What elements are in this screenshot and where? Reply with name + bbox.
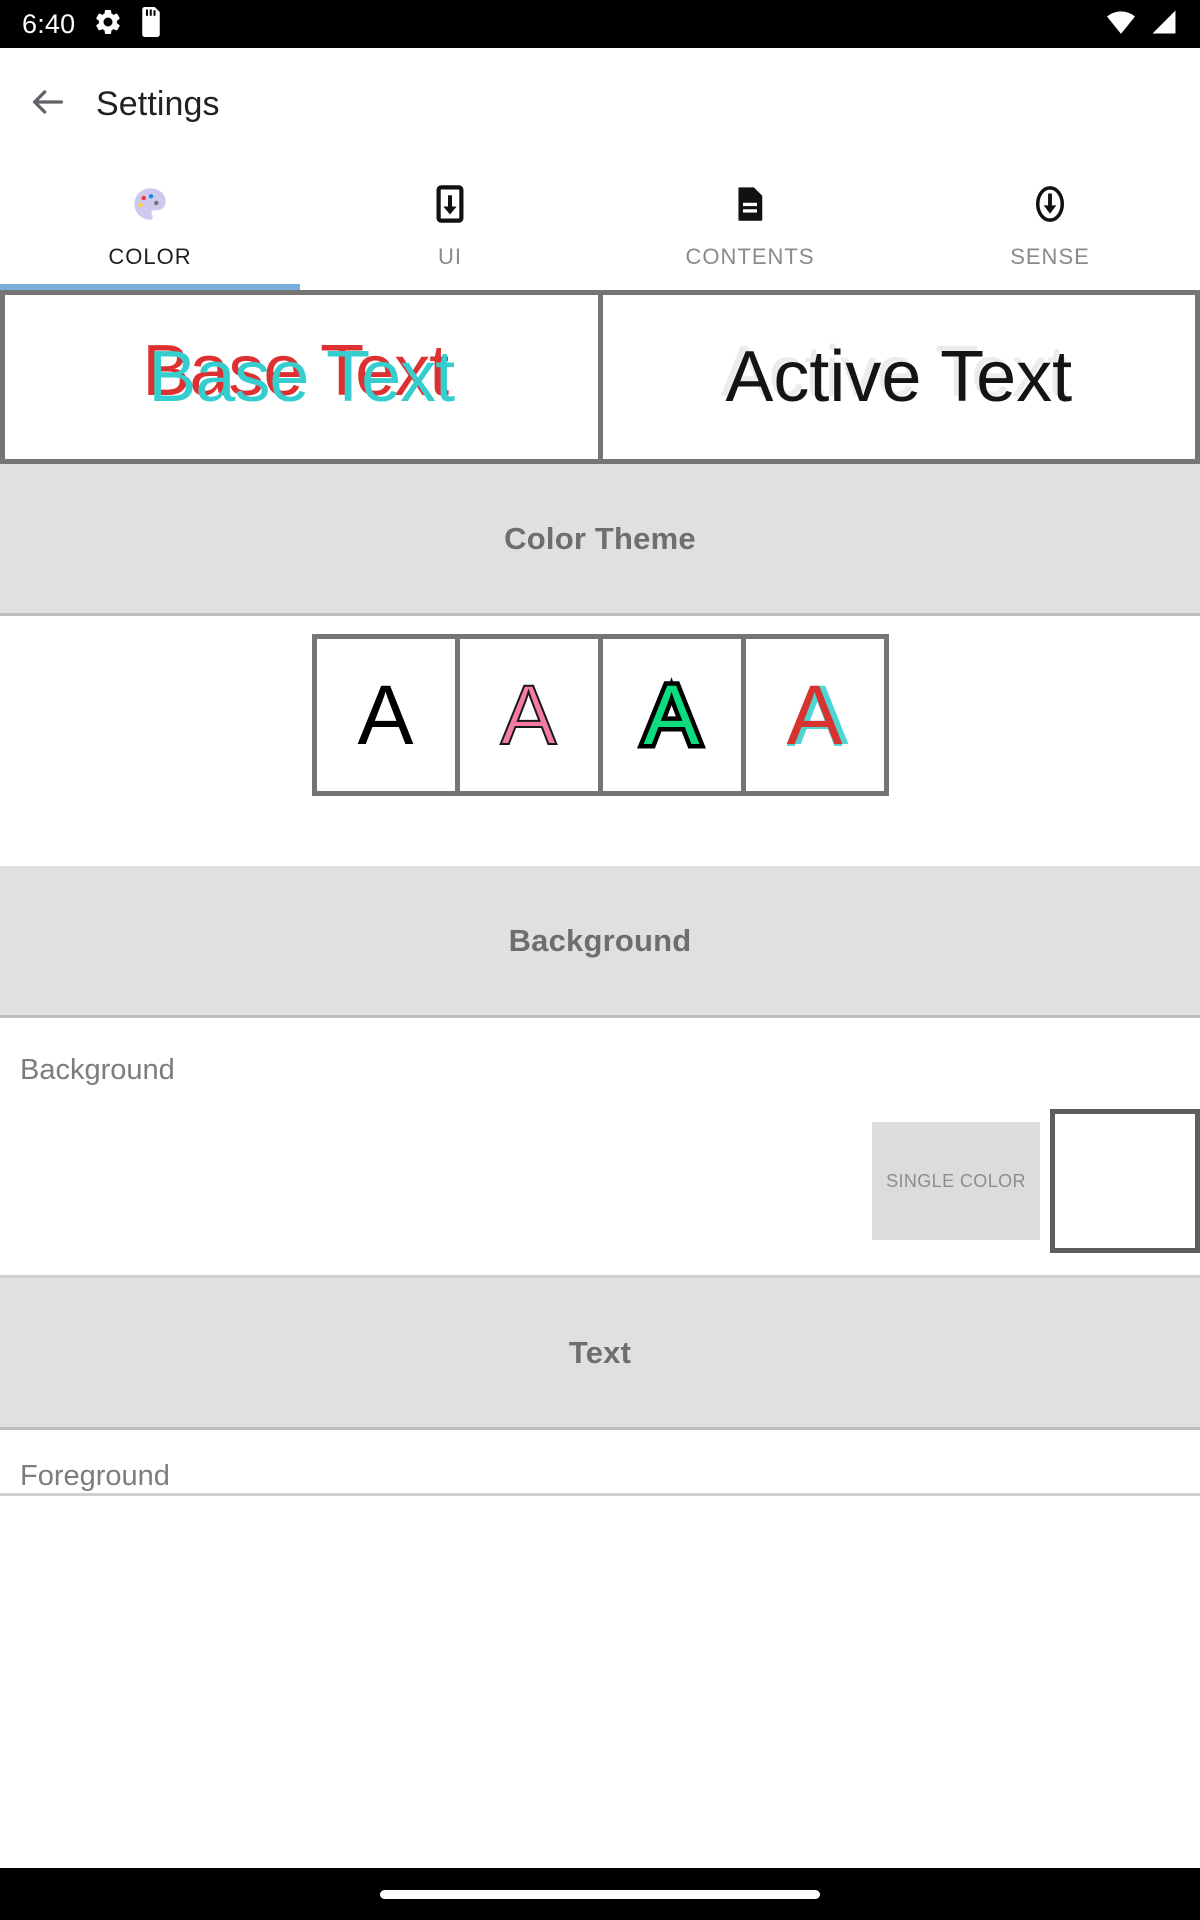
tab-ui[interactable]: UI xyxy=(300,160,600,290)
tab-sense[interactable]: SENSE xyxy=(900,160,1200,290)
tab-label-ui: UI xyxy=(438,244,462,269)
wifi-icon xyxy=(1106,9,1136,40)
settings-gear-icon xyxy=(93,7,123,42)
color-theme-swatch-strip: A A A A xyxy=(311,634,889,796)
circle-download-icon xyxy=(1029,180,1071,228)
swatch-letter-4: A xyxy=(786,668,843,762)
color-theme-swatch-4[interactable]: A xyxy=(745,639,884,791)
section-header-background: Background xyxy=(0,866,1200,1018)
document-icon xyxy=(729,180,771,228)
tab-label-color: COLOR xyxy=(108,244,192,269)
status-bar-notification-icons xyxy=(93,6,163,42)
color-theme-swatch-2[interactable]: A xyxy=(459,639,598,791)
app-bar: Settings xyxy=(0,48,1200,160)
page-title: Settings xyxy=(96,84,220,123)
status-bar-clock: 6:40 xyxy=(22,8,76,39)
tab-label-contents: CONTENTS xyxy=(685,244,815,269)
status-bar-system-icons xyxy=(1106,9,1178,40)
status-bar: 6:40 xyxy=(0,0,1200,48)
section-title-color-theme: Color Theme xyxy=(504,520,696,556)
cell-signal-icon xyxy=(1150,9,1178,40)
color-theme-swatch-area: A A A A xyxy=(0,616,1200,866)
tab-contents[interactable]: CONTENTS xyxy=(600,160,900,290)
color-theme-swatch-3[interactable]: A xyxy=(602,639,741,791)
base-text-sample: Base Text xyxy=(148,337,455,417)
foreground-row-label: Foreground xyxy=(20,1460,170,1492)
app-root: 6:40 Settings COLOR UI CONTENTS SENSE Ba… xyxy=(0,0,1200,1920)
tab-active-indicator xyxy=(0,284,300,290)
background-row-label: Background xyxy=(20,1054,175,1086)
settings-tab-bar: COLOR UI CONTENTS SENSE xyxy=(0,160,1200,290)
background-setting-row[interactable]: Background SINGLE COLOR xyxy=(0,1018,1200,1278)
system-navigation-bar xyxy=(0,1868,1200,1920)
section-header-text: Text xyxy=(0,1278,1200,1430)
swatch-letter-2: A xyxy=(499,668,557,762)
swatch-letter-1: A xyxy=(357,668,414,762)
tab-label-sense: SENSE xyxy=(1010,244,1090,269)
arrow-back-icon xyxy=(28,82,68,127)
swatch-letter-3: A xyxy=(639,668,704,762)
base-text-preview[interactable]: Base Text xyxy=(0,295,603,459)
background-row-controls: SINGLE COLOR xyxy=(0,1087,1200,1275)
text-preview-row: Base Text Active Text xyxy=(0,290,1200,464)
section-title-background: Background xyxy=(508,922,692,958)
single-color-chip[interactable]: SINGLE COLOR xyxy=(872,1122,1040,1240)
section-header-color-theme: Color Theme xyxy=(0,464,1200,616)
section-title-text: Text xyxy=(568,1334,632,1370)
phone-download-icon xyxy=(429,180,471,228)
sd-card-icon xyxy=(139,6,163,42)
foreground-setting-row[interactable]: Foreground xyxy=(0,1430,1200,1496)
background-color-preview[interactable] xyxy=(1050,1109,1200,1253)
active-text-preview[interactable]: Active Text xyxy=(602,295,1200,459)
home-indicator-pill[interactable] xyxy=(380,1889,820,1899)
color-theme-swatch-1[interactable]: A xyxy=(316,639,455,791)
tab-color[interactable]: COLOR xyxy=(0,160,300,290)
active-text-sample: Active Text xyxy=(725,337,1073,417)
back-button[interactable] xyxy=(0,82,96,127)
settings-scroll-body[interactable]: Base Text Active Text Color Theme A A A xyxy=(0,290,1200,1920)
palette-icon xyxy=(129,180,171,228)
